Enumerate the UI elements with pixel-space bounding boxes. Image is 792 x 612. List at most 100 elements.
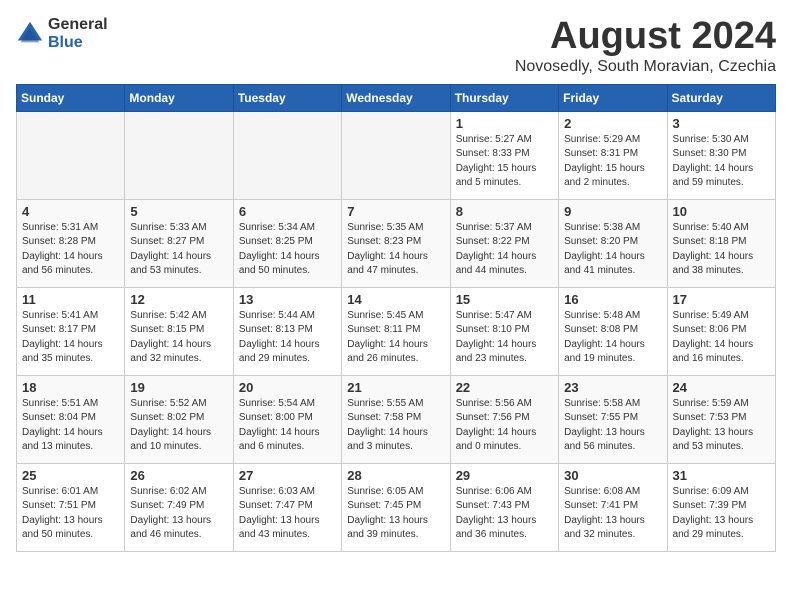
- calendar-cell: 17 Sunrise: 5:49 AM Sunset: 8:06 PM Dayli…: [667, 287, 775, 375]
- day-info: Sunrise: 5:55 AM Sunset: 7:58 PM Dayligh…: [347, 397, 444, 455]
- day-number: 11: [22, 292, 119, 307]
- day-number: 25: [22, 468, 119, 483]
- day-number: 9: [564, 204, 661, 219]
- day-info: Sunrise: 5:56 AM Sunset: 7:56 PM Dayligh…: [456, 397, 553, 455]
- day-number: 3: [673, 116, 770, 131]
- weekday-header-sunday: Sunday: [17, 84, 125, 111]
- day-info: Sunrise: 6:05 AM Sunset: 7:45 PM Dayligh…: [347, 485, 444, 543]
- day-info: Sunrise: 5:31 AM Sunset: 8:28 PM Dayligh…: [22, 221, 119, 279]
- weekday-header-thursday: Thursday: [450, 84, 558, 111]
- calendar-cell: 13Sunrise: 5:44 AM Sunset: 8:13 PM Dayli…: [233, 287, 341, 375]
- calendar-cell: 10Sunrise: 5:40 AM Sunset: 8:18 PM Dayli…: [667, 199, 775, 287]
- weekday-header-tuesday: Tuesday: [233, 84, 341, 111]
- day-info: Sunrise: 5:51 AM Sunset: 8:04 PM Dayligh…: [22, 397, 119, 455]
- day-number: 12: [130, 292, 227, 307]
- logo: General Blue: [16, 16, 108, 51]
- calendar-cell: 21 Sunrise: 5:55 AM Sunset: 7:58 PM Dayli…: [342, 375, 450, 463]
- calendar-cell: 27 Sunrise: 6:03 AM Sunset: 7:47 PM Dayli…: [233, 463, 341, 551]
- calendar-cell: 23 Sunrise: 5:58 AM Sunset: 7:55 PM Dayli…: [559, 375, 667, 463]
- calendar-table: SundayMondayTuesdayWednesdayThursdayFrid…: [16, 84, 776, 552]
- day-info: Sunrise: 6:03 AM Sunset: 7:47 PM Dayligh…: [239, 485, 336, 543]
- day-info: Sunrise: 5:33 AM Sunset: 8:27 PM Dayligh…: [130, 221, 227, 279]
- calendar-cell: 18 Sunrise: 5:51 AM Sunset: 8:04 PM Dayli…: [17, 375, 125, 463]
- day-number: 27: [239, 468, 336, 483]
- calendar-cell: 29Sunrise: 6:06 AM Sunset: 7:43 PM Dayli…: [450, 463, 558, 551]
- day-number: 5: [130, 204, 227, 219]
- day-number: 26: [130, 468, 227, 483]
- day-info: Sunrise: 5:48 AM Sunset: 8:08 PM Dayligh…: [564, 309, 661, 367]
- calendar-cell: 5 Sunrise: 5:33 AM Sunset: 8:27 PM Daylig…: [125, 199, 233, 287]
- day-info: Sunrise: 5:37 AM Sunset: 8:22 PM Dayligh…: [456, 221, 553, 279]
- calendar-cell: 26 Sunrise: 6:02 AM Sunset: 7:49 PM Dayli…: [125, 463, 233, 551]
- day-info: Sunrise: 5:41 AM Sunset: 8:17 PM Dayligh…: [22, 309, 119, 367]
- day-number: 18: [22, 380, 119, 395]
- day-info: Sunrise: 5:59 AM Sunset: 7:53 PM Dayligh…: [673, 397, 770, 455]
- calendar-cell: [342, 111, 450, 199]
- day-info: Sunrise: 5:44 AM Sunset: 8:13 PM Dayligh…: [239, 309, 336, 367]
- calendar-cell: 7 Sunrise: 5:35 AM Sunset: 8:23 PM Daylig…: [342, 199, 450, 287]
- title-block: August 2024 Novosedly, South Moravian, C…: [515, 16, 776, 76]
- calendar-cell: 16 Sunrise: 5:48 AM Sunset: 8:08 PM Dayli…: [559, 287, 667, 375]
- day-info: Sunrise: 6:02 AM Sunset: 7:49 PM Dayligh…: [130, 485, 227, 543]
- week-row-5: 25 Sunrise: 6:01 AM Sunset: 7:51 PM Dayli…: [17, 463, 776, 551]
- location-subtitle: Novosedly, South Moravian, Czechia: [515, 58, 776, 76]
- logo-icon: [16, 20, 44, 48]
- logo-blue-text: Blue: [48, 34, 108, 52]
- calendar-cell: 14Sunrise: 5:45 AM Sunset: 8:11 PM Dayli…: [342, 287, 450, 375]
- day-number: 10: [673, 204, 770, 219]
- day-info: Sunrise: 5:52 AM Sunset: 8:02 PM Dayligh…: [130, 397, 227, 455]
- day-info: Sunrise: 6:08 AM Sunset: 7:41 PM Dayligh…: [564, 485, 661, 543]
- day-number: 24: [673, 380, 770, 395]
- day-number: 28: [347, 468, 444, 483]
- day-info: Sunrise: 5:58 AM Sunset: 7:55 PM Dayligh…: [564, 397, 661, 455]
- day-info: Sunrise: 5:35 AM Sunset: 8:23 PM Dayligh…: [347, 221, 444, 279]
- day-info: Sunrise: 5:49 AM Sunset: 8:06 PM Dayligh…: [673, 309, 770, 367]
- day-info: Sunrise: 5:29 AM Sunset: 8:31 PM Dayligh…: [564, 133, 661, 191]
- calendar-cell: 9 Sunrise: 5:38 AM Sunset: 8:20 PM Daylig…: [559, 199, 667, 287]
- weekday-header-friday: Friday: [559, 84, 667, 111]
- calendar-cell: 19Sunrise: 5:52 AM Sunset: 8:02 PM Dayli…: [125, 375, 233, 463]
- weekday-header-row: SundayMondayTuesdayWednesdayThursdayFrid…: [17, 84, 776, 111]
- day-number: 22: [456, 380, 553, 395]
- day-number: 7: [347, 204, 444, 219]
- calendar-cell: 15Sunrise: 5:47 AM Sunset: 8:10 PM Dayli…: [450, 287, 558, 375]
- weekday-header-monday: Monday: [125, 84, 233, 111]
- day-number: 14: [347, 292, 444, 307]
- day-number: 23: [564, 380, 661, 395]
- day-number: 16: [564, 292, 661, 307]
- day-info: Sunrise: 6:06 AM Sunset: 7:43 PM Dayligh…: [456, 485, 553, 543]
- day-number: 6: [239, 204, 336, 219]
- calendar-cell: 28 Sunrise: 6:05 AM Sunset: 7:45 PM Dayli…: [342, 463, 450, 551]
- day-number: 4: [22, 204, 119, 219]
- day-number: 21: [347, 380, 444, 395]
- day-info: Sunrise: 5:38 AM Sunset: 8:20 PM Dayligh…: [564, 221, 661, 279]
- day-info: Sunrise: 6:09 AM Sunset: 7:39 PM Dayligh…: [673, 485, 770, 543]
- day-info: Sunrise: 5:34 AM Sunset: 8:25 PM Dayligh…: [239, 221, 336, 279]
- month-year-title: August 2024: [515, 16, 776, 58]
- calendar-cell: 11 Sunrise: 5:41 AM Sunset: 8:17 PM Dayli…: [17, 287, 125, 375]
- day-number: 2: [564, 116, 661, 131]
- day-number: 20: [239, 380, 336, 395]
- calendar-cell: 1Sunrise: 5:27 AM Sunset: 8:33 PM Daylig…: [450, 111, 558, 199]
- day-number: 15: [456, 292, 553, 307]
- week-row-4: 18 Sunrise: 5:51 AM Sunset: 8:04 PM Dayli…: [17, 375, 776, 463]
- calendar-cell: 4 Sunrise: 5:31 AM Sunset: 8:28 PM Daylig…: [17, 199, 125, 287]
- day-info: Sunrise: 6:01 AM Sunset: 7:51 PM Dayligh…: [22, 485, 119, 543]
- day-number: 30: [564, 468, 661, 483]
- calendar-cell: 22 Sunrise: 5:56 AM Sunset: 7:56 PM Dayli…: [450, 375, 558, 463]
- day-number: 8: [456, 204, 553, 219]
- calendar-cell: [17, 111, 125, 199]
- calendar-cell: 2 Sunrise: 5:29 AM Sunset: 8:31 PM Daylig…: [559, 111, 667, 199]
- day-info: Sunrise: 5:54 AM Sunset: 8:00 PM Dayligh…: [239, 397, 336, 455]
- calendar-cell: 6 Sunrise: 5:34 AM Sunset: 8:25 PM Daylig…: [233, 199, 341, 287]
- calendar-cell: 8 Sunrise: 5:37 AM Sunset: 8:22 PM Daylig…: [450, 199, 558, 287]
- logo-general-text: General: [48, 16, 108, 34]
- calendar-cell: [233, 111, 341, 199]
- calendar-cell: 25 Sunrise: 6:01 AM Sunset: 7:51 PM Dayli…: [17, 463, 125, 551]
- week-row-3: 11 Sunrise: 5:41 AM Sunset: 8:17 PM Dayli…: [17, 287, 776, 375]
- day-number: 17: [673, 292, 770, 307]
- week-row-1: 1Sunrise: 5:27 AM Sunset: 8:33 PM Daylig…: [17, 111, 776, 199]
- day-info: Sunrise: 5:42 AM Sunset: 8:15 PM Dayligh…: [130, 309, 227, 367]
- week-row-2: 4 Sunrise: 5:31 AM Sunset: 8:28 PM Daylig…: [17, 199, 776, 287]
- calendar-cell: 24 Sunrise: 5:59 AM Sunset: 7:53 PM Dayli…: [667, 375, 775, 463]
